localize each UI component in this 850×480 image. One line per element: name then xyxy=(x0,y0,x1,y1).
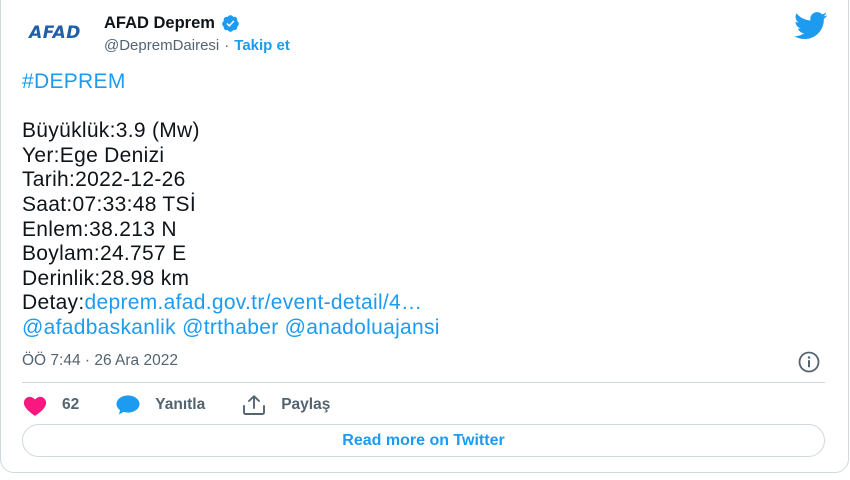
read-more-label: Read more on Twitter xyxy=(342,431,505,449)
divider xyxy=(22,382,825,383)
read-more-button[interactable]: Read more on Twitter xyxy=(22,424,825,457)
tweet-timestamp[interactable]: ÖÖ 7:44 · 26 Ara 2022 xyxy=(22,352,178,370)
detail-prefix: Detay: xyxy=(22,291,85,315)
location-line: Yer:Ege Denizi xyxy=(22,143,165,167)
tweet-actions: 62 Yanıtla Paylaş xyxy=(22,393,366,417)
share-label: Paylaş xyxy=(281,396,331,413)
share-upload-icon xyxy=(243,395,266,415)
share-button[interactable]: Paylaş xyxy=(241,394,330,416)
author-handle-row: @DepremDairesi · Takip et xyxy=(104,37,290,54)
longitude-line: Boylam:24.757 E xyxy=(22,242,187,266)
tweet-text: #DEPREM Büyüklük:3.9 (Mw) Yer:Ege Denizi… xyxy=(22,70,822,341)
info-icon[interactable] xyxy=(796,350,822,374)
follow-link[interactable]: Takip et xyxy=(234,37,290,54)
date-line: Tarih:2022-12-26 xyxy=(22,168,186,192)
reply-button[interactable]: Yanıtla xyxy=(115,394,205,416)
mentions-line: @afadbaskanlik @trthaber @anadoluajansi xyxy=(22,316,822,341)
detail-link[interactable]: deprem.afad.gov.tr/event-detail/4… xyxy=(85,291,423,314)
time-line: Saat:07:33:48 TSİ xyxy=(22,192,197,216)
mention-link[interactable]: @anadoluajansi xyxy=(285,316,440,339)
hashtag-link[interactable]: #DEPREM xyxy=(22,70,822,95)
tweet-header: AFAD AFAD Deprem @DepremDairesi · Takip … xyxy=(22,12,828,62)
handle-separator: · xyxy=(224,37,230,54)
latitude-line: Enlem:38.213 N xyxy=(22,217,177,241)
detail-line: Detay:deprem.afad.gov.tr/event-detail/4… xyxy=(22,291,822,316)
author-name[interactable]: AFAD Deprem xyxy=(104,14,215,33)
author-name-row: AFAD Deprem xyxy=(104,14,240,33)
heart-icon xyxy=(23,396,47,416)
like-count: 62 xyxy=(62,396,80,413)
mention-link[interactable]: @afadbaskanlik xyxy=(22,316,176,339)
reply-label: Yanıtla xyxy=(155,396,206,413)
author-handle[interactable]: @DepremDairesi xyxy=(104,37,219,54)
author-avatar[interactable]: AFAD xyxy=(22,18,88,48)
mention-link[interactable]: @trthaber xyxy=(182,316,278,339)
depth-line: Derinlik:28.98 km xyxy=(22,266,190,290)
verified-badge-icon xyxy=(222,15,239,32)
twitter-bird-icon[interactable] xyxy=(794,12,828,40)
afad-logo-text: AFAD xyxy=(29,23,81,43)
like-button[interactable]: 62 xyxy=(22,394,79,416)
tweet-meta: ÖÖ 7:44 · 26 Ara 2022 xyxy=(22,350,822,374)
speech-bubble-icon xyxy=(116,395,140,415)
magnitude-line: Büyüklük:3.9 (Mw) xyxy=(22,119,200,143)
